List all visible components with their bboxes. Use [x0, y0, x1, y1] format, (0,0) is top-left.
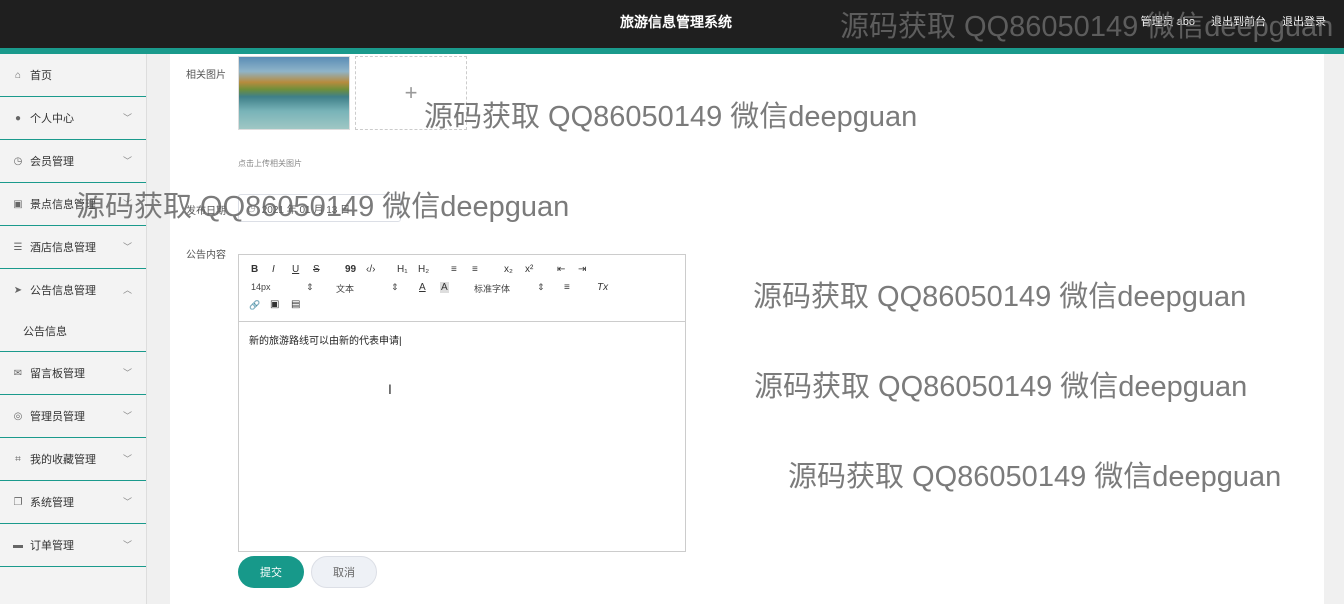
- sidebar-item-members[interactable]: ◷ 会员管理 ﹀: [0, 140, 146, 183]
- blockquote-button[interactable]: 99: [345, 264, 356, 275]
- admin-user-label: 管理员 abo: [1140, 16, 1195, 28]
- bold-button[interactable]: B: [251, 264, 258, 275]
- sidebar-item-personal-center[interactable]: ● 个人中心 ﹀: [0, 97, 146, 140]
- chevron-down-icon: ﹀: [122, 411, 132, 421]
- globe-icon: ◎: [13, 410, 23, 422]
- sidebar-subitem-notice-info[interactable]: 公告信息: [0, 311, 146, 352]
- editor-content-text: 新的旅游路线可以由新的代表申请: [249, 336, 399, 347]
- bullet-list-button[interactable]: ≡: [472, 264, 478, 275]
- underline-button[interactable]: U: [292, 264, 299, 275]
- rich-text-editor: B I U S 99 ‹/› H₁ H₂ ≡ ≡ x₂ x² ⇤ ⇥ 14px …: [238, 254, 686, 552]
- sidebar-item-label: 订单管理: [30, 540, 74, 552]
- font-family-select[interactable]: 标准字体: [474, 282, 510, 295]
- sidebar-item-label: 公告信息管理: [30, 285, 96, 297]
- upload-hint: 点击上传相关图片: [238, 159, 302, 168]
- h1-button[interactable]: H₁: [397, 264, 408, 275]
- ordered-list-button[interactable]: ≡: [451, 264, 457, 275]
- chevron-down-icon: ﹀: [122, 242, 132, 252]
- sidebar-item-label: 留言板管理: [30, 368, 85, 380]
- font-size-select[interactable]: 14px: [251, 282, 271, 292]
- sidebar-item-message-board[interactable]: ✉ 留言板管理 ﹀: [0, 352, 146, 395]
- sidebar-item-label: 个人中心: [30, 113, 74, 125]
- content-label: 公告内容: [186, 250, 226, 261]
- calendar-icon: ◷: [247, 202, 256, 214]
- sidebar-item-scenic[interactable]: ▣ 景点信息管理 ﹀: [0, 183, 146, 226]
- sidebar-item-notice[interactable]: ➤ 公告信息管理 ︿: [0, 269, 146, 311]
- video-button[interactable]: ▤: [291, 299, 300, 310]
- image-button[interactable]: ▣: [270, 299, 279, 310]
- date-label: 发布日期: [186, 206, 226, 217]
- cancel-button[interactable]: 取消: [311, 556, 377, 588]
- clipboard-icon: ▣: [13, 198, 23, 210]
- subscript-button[interactable]: x₂: [504, 264, 513, 275]
- sidebar-item-admins[interactable]: ◎ 管理员管理 ﹀: [0, 395, 146, 438]
- text-color-button[interactable]: A: [419, 282, 426, 293]
- text-caret: |: [399, 336, 402, 347]
- chevron-up-icon: ︿: [122, 285, 132, 295]
- top-links: 管理员 abo 退出到前台 退出登录: [1141, 13, 1326, 29]
- logout-link[interactable]: 退出登录: [1282, 13, 1326, 29]
- crop-icon: ⌗: [15, 453, 21, 465]
- user-icon: ●: [14, 112, 22, 124]
- sidebar-item-system[interactable]: ❐ 系统管理 ﹀: [0, 481, 146, 524]
- sidebar-item-label: 景点信息管理: [30, 199, 96, 211]
- list-icon: ☰: [13, 241, 23, 253]
- editor-toolbar: B I U S 99 ‹/› H₁ H₂ ≡ ≡ x₂ x² ⇤ ⇥ 14px …: [239, 255, 685, 322]
- plus-icon: +: [404, 80, 418, 105]
- home-icon: ⌂: [14, 69, 22, 81]
- clear-format-button[interactable]: Tx: [597, 282, 608, 293]
- sidebar-item-label: 系统管理: [30, 497, 74, 509]
- image-label: 相关图片: [186, 70, 226, 81]
- select-arrows-icon: ⇕: [306, 282, 314, 292]
- chevron-down-icon: ﹀: [122, 454, 132, 464]
- sidebar: ⌂ 首页 ● 个人中心 ﹀ ◷ 会员管理 ﹀ ▣ 景点信息管理 ﹀ ☰ 酒店信息…: [0, 54, 147, 604]
- chevron-down-icon: ﹀: [122, 497, 132, 507]
- superscript-button[interactable]: x²: [525, 264, 533, 275]
- text-cursor-icon: I: [388, 381, 392, 397]
- sidebar-item-orders[interactable]: ▬ 订单管理 ﹀: [0, 524, 146, 567]
- uploaded-image-thumbnail[interactable]: [238, 56, 350, 130]
- chevron-down-icon: ﹀: [122, 540, 132, 550]
- sidebar-item-home[interactable]: ⌂ 首页: [0, 54, 146, 97]
- header-select[interactable]: 文本: [336, 282, 354, 295]
- chevron-down-icon: ﹀: [122, 368, 132, 378]
- submit-button[interactable]: 提交: [238, 556, 304, 588]
- code-block-button[interactable]: ‹/›: [366, 264, 375, 275]
- send-icon: ➤: [13, 284, 23, 296]
- editor-content-area[interactable]: 新的旅游路线可以由新的代表申请|: [239, 322, 685, 357]
- upload-add-button[interactable]: +: [355, 56, 467, 130]
- exit-to-front-link[interactable]: 退出到前台: [1211, 13, 1266, 29]
- select-arrows-icon: ⇕: [537, 282, 545, 292]
- align-button[interactable]: ≡: [564, 282, 570, 293]
- publish-date-input[interactable]: ◷ 2021 年 01 月 13 日: [238, 194, 401, 222]
- italic-button[interactable]: I: [272, 264, 275, 275]
- message-icon: ▬: [13, 539, 23, 551]
- chevron-down-icon: ﹀: [122, 199, 132, 209]
- indent-button[interactable]: ⇥: [578, 264, 586, 275]
- mail-icon: ✉: [13, 367, 23, 379]
- chevron-down-icon: ﹀: [122, 156, 132, 166]
- sidebar-item-label: 酒店信息管理: [30, 242, 96, 254]
- chevron-down-icon: ﹀: [122, 113, 132, 123]
- link-button[interactable]: 🔗: [249, 300, 260, 311]
- publish-date-value: 2021 年 01 月 13 日: [261, 204, 351, 216]
- clock-icon: ◷: [13, 155, 23, 167]
- outdent-button[interactable]: ⇤: [557, 264, 565, 275]
- sidebar-item-hotel[interactable]: ☰ 酒店信息管理 ﹀: [0, 226, 146, 269]
- sidebar-item-label: 管理员管理: [30, 411, 85, 423]
- select-arrows-icon: ⇕: [391, 282, 399, 292]
- sidebar-item-label: 会员管理: [30, 156, 74, 168]
- strike-button[interactable]: S: [313, 264, 320, 275]
- background-color-button[interactable]: A: [440, 282, 449, 293]
- sidebar-item-label: 我的收藏管理: [30, 454, 96, 466]
- sidebar-item-favorites[interactable]: ⌗ 我的收藏管理 ﹀: [0, 438, 146, 481]
- sidebar-item-label: 首页: [30, 70, 52, 82]
- main-content: 相关图片 + 点击上传相关图片 发布日期 ◷ 2021 年 01 月 13 日 …: [170, 54, 1324, 604]
- copy-icon: ❐: [13, 496, 23, 508]
- h2-button[interactable]: H₂: [418, 264, 429, 275]
- top-bar: 旅游信息管理系统 管理员 abo 退出到前台 退出登录: [0, 0, 1344, 48]
